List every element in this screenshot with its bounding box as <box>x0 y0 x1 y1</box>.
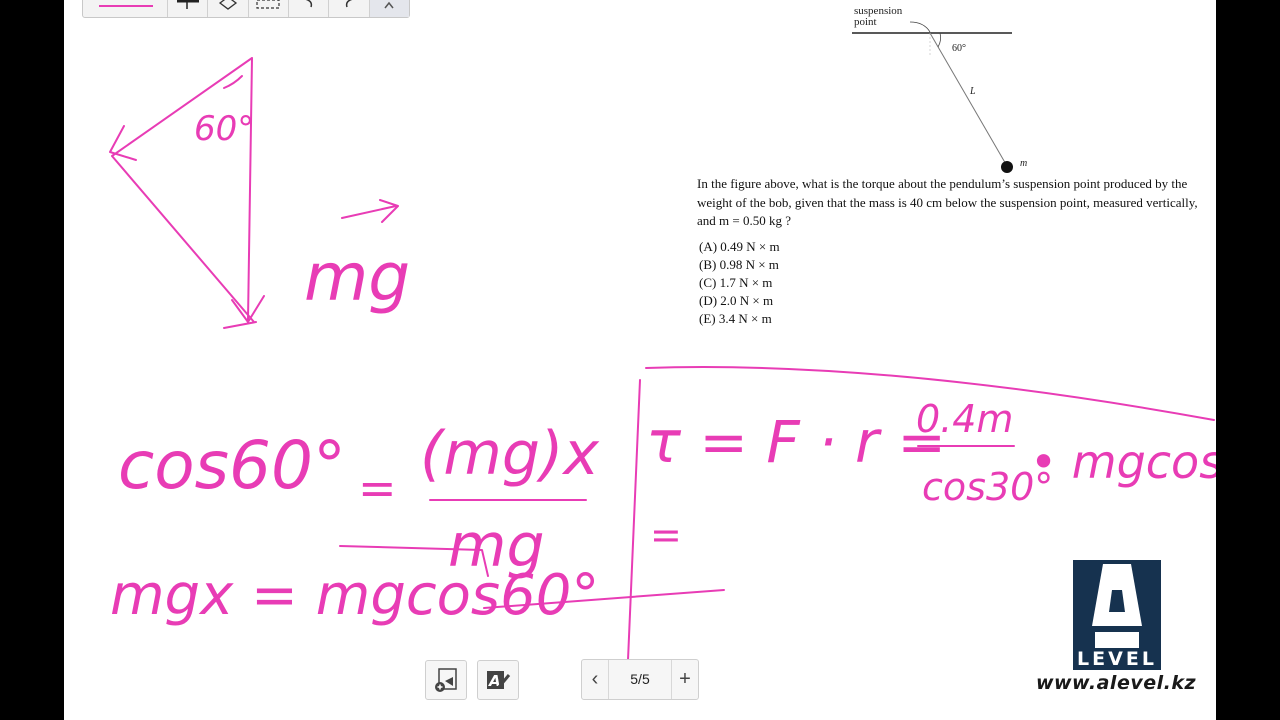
whiteboard-canvas[interactable]: suspension point 60° L m In the figure a… <box>64 0 1216 720</box>
chevron-left-icon[interactable]: ‹ <box>582 660 608 699</box>
add-page-icon <box>435 668 457 692</box>
vector-mg-text: mg <box>304 239 410 316</box>
alevel-logo: LEVEL www.alevel.kz <box>1024 560 1208 708</box>
cos60-text: cos60° <box>118 427 346 504</box>
divider-stroke <box>627 379 641 661</box>
svg-text:A: A <box>488 672 501 690</box>
logo-url-text: www.alevel.kz <box>1035 672 1197 694</box>
page-navigator: ‹ 5/5 + <box>581 659 699 700</box>
pen-style-button[interactable]: A <box>477 660 519 700</box>
torque-rest-text: • mgcos60° <box>1030 435 1216 489</box>
mgx-equation-text: mgx = mgcos60° <box>110 563 599 628</box>
torque-equation-text: τ = F · r = <box>646 408 946 476</box>
eq1-equals-text: = <box>358 461 397 515</box>
pen-style-icon: A <box>487 671 511 690</box>
logo-level-text: LEVEL <box>1073 648 1161 670</box>
triangle-stroke <box>109 57 265 329</box>
page-indicator: 5/5 <box>608 660 672 699</box>
add-page-button[interactable] <box>425 660 467 700</box>
plus-icon[interactable]: + <box>672 660 698 699</box>
mgx-numerator-text: (mg)x <box>420 419 599 489</box>
next-equals-text: = <box>650 513 682 557</box>
torque-numerator-text: 0.4m <box>916 397 1013 441</box>
triangle-angle-text: 60° <box>194 109 254 149</box>
vector-arrow-stroke <box>341 199 399 223</box>
angle-arc-stroke <box>223 75 243 89</box>
